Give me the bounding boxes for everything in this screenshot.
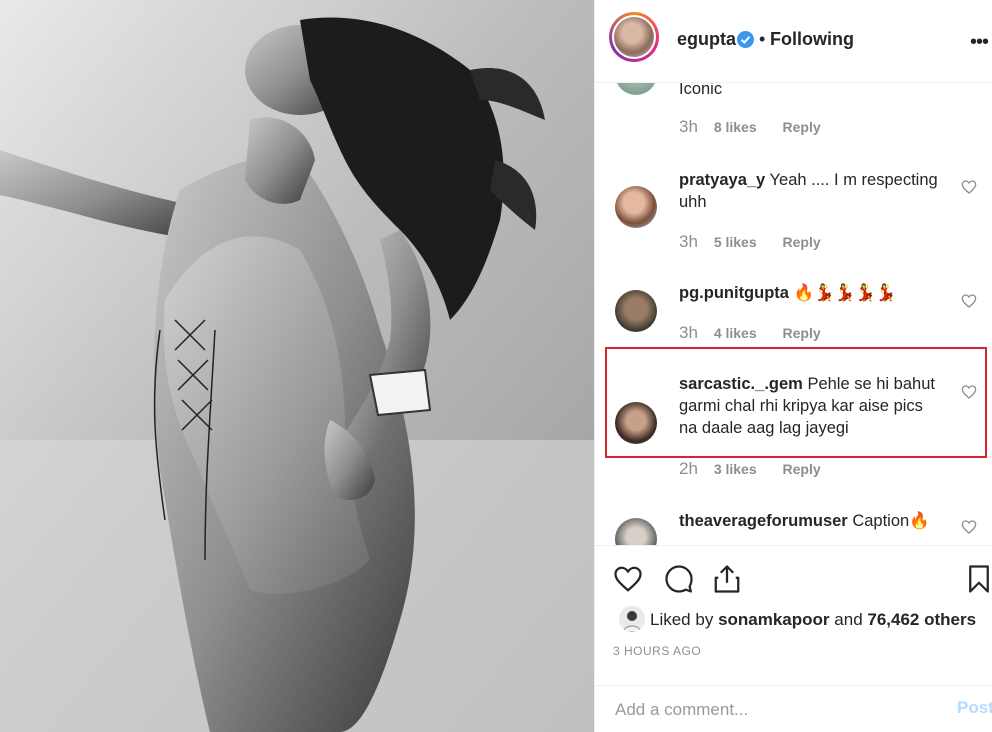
comment-username[interactable]: theaverageforumuser	[679, 512, 848, 530]
post-actions: Liked by sonamkapoor and 76,462 others 3…	[595, 545, 992, 685]
comment-icon[interactable]	[664, 564, 694, 594]
reply-button[interactable]: Reply	[783, 461, 821, 477]
add-comment-bar: Post	[595, 685, 992, 732]
commenter-avatar[interactable]	[615, 518, 657, 545]
commenter-avatar[interactable]	[615, 290, 657, 332]
header-separator: •	[759, 29, 766, 49]
comments-list[interactable]: Iconic 3h 8 likes Reply pratyaya_y Yeah …	[595, 83, 992, 545]
post-side-panel: egupta • Following ••• Iconic 3h 8 likes…	[594, 0, 992, 732]
comment-text: Caption🔥	[852, 512, 930, 530]
reply-button[interactable]: Reply	[783, 234, 821, 250]
post-header: egupta • Following •••	[595, 0, 992, 83]
comment-like-heart-icon[interactable]	[961, 519, 977, 535]
comment-time[interactable]: 3h	[679, 232, 698, 251]
comment-like-heart-icon[interactable]	[961, 179, 977, 195]
comment-likes[interactable]: 5 likes	[714, 234, 757, 250]
comment-username[interactable]: pg.punitgupta	[679, 284, 789, 302]
post-comment-button[interactable]: Post	[957, 698, 992, 718]
commenter-avatar[interactable]	[615, 186, 657, 228]
author-avatar[interactable]	[609, 12, 659, 62]
add-comment-input[interactable]	[613, 697, 937, 723]
comment-likes[interactable]: 3 likes	[714, 461, 757, 477]
comment-likes[interactable]: 4 likes	[714, 325, 757, 341]
more-options-icon[interactable]: •••	[970, 31, 989, 54]
bookmark-icon[interactable]	[964, 564, 992, 594]
comment-text: Iconic	[679, 83, 723, 98]
heart-icon[interactable]	[613, 564, 643, 594]
comment-likes[interactable]: 8 likes	[714, 119, 757, 135]
liked-by-prefix: Liked by	[650, 610, 714, 629]
comment-time[interactable]: 2h	[679, 459, 698, 478]
highlight-box	[605, 347, 987, 458]
author-username[interactable]: egupta	[677, 29, 736, 50]
photo-illustration	[0, 0, 594, 732]
comment-time[interactable]: 3h	[679, 117, 698, 136]
comment-text: 🔥💃💃💃💃	[793, 284, 897, 302]
liker-avatar[interactable]	[619, 606, 645, 632]
commenter-avatar[interactable]	[615, 83, 657, 95]
likes-count[interactable]: 76,462 others	[867, 610, 976, 629]
post-timestamp[interactable]: 3 HOURS AGO	[613, 644, 701, 658]
comment-time[interactable]: 3h	[679, 323, 698, 342]
reply-button[interactable]: Reply	[783, 325, 821, 341]
liked-by-user[interactable]: sonamkapoor	[718, 610, 829, 629]
reply-button[interactable]: Reply	[783, 119, 821, 135]
comment-like-heart-icon[interactable]	[961, 293, 977, 309]
share-icon[interactable]	[712, 564, 742, 594]
verified-badge-icon	[737, 31, 754, 48]
comment-username[interactable]: pratyaya_y	[679, 171, 765, 189]
liked-by-and: and	[834, 610, 863, 629]
post-photo[interactable]	[0, 0, 594, 732]
following-button[interactable]: Following	[770, 29, 854, 50]
